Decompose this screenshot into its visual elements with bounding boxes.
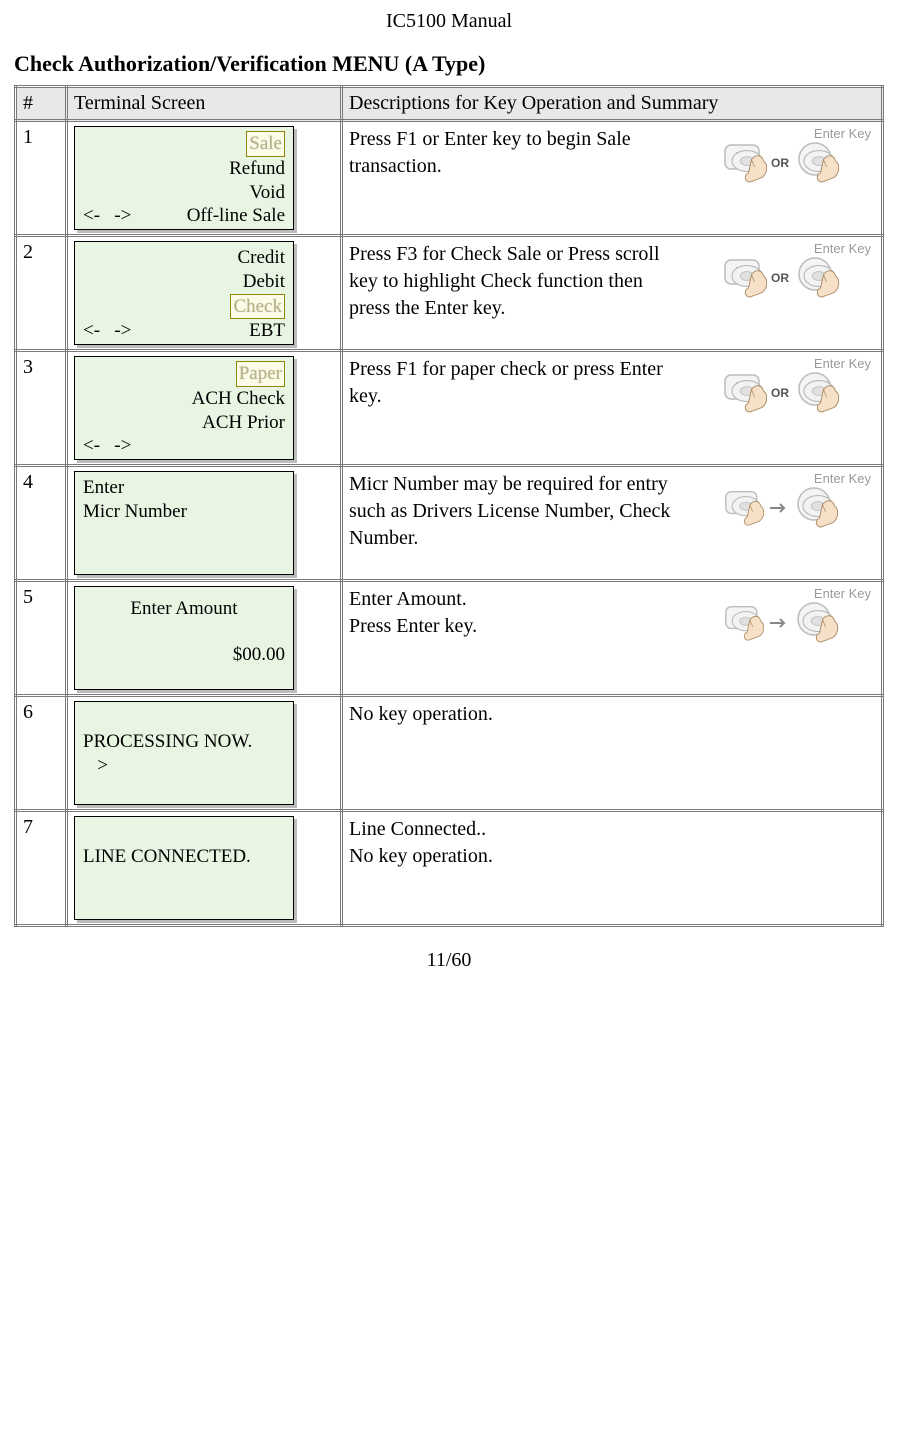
step-number: 7 [16, 811, 67, 926]
menu-line: ACH Check [83, 387, 285, 411]
menu-highlight: Sale [246, 131, 285, 157]
or-label: OR [771, 271, 789, 285]
menu-line: Void [83, 181, 285, 205]
step-number: 5 [16, 581, 67, 696]
screen-status: PROCESSING NOW. [83, 730, 285, 754]
key-illustration: Enter Key F3 OR [689, 241, 875, 302]
terminal-screen: LINE CONNECTED. [74, 816, 294, 920]
step-description: Press F3 for Check Sale or Press scroll … [349, 241, 683, 322]
nav-right-label: EBT [131, 319, 285, 343]
table-row: 1 SaleRefundVoid<- ->Off-line Sale Press… [16, 121, 883, 236]
key-illustration: Enter Key F1 OR [689, 356, 875, 417]
terminal-screen: Enter Amount $00.00 [74, 586, 294, 690]
step-description: No key operation. [349, 701, 875, 728]
table-row: 2 CreditDebitCheck <- ->EBT Press F3 for … [16, 236, 883, 351]
terminal-screen: EnterMicr Number [74, 471, 294, 575]
instruction-table: # Terminal Screen Descriptions for Key O… [14, 85, 884, 927]
step-number: 2 [16, 236, 67, 351]
step-description: Press F1 or Enter key to begin Sale tran… [349, 126, 683, 180]
menu-line: Credit [83, 246, 285, 270]
nav-arrows: <- -> [83, 434, 131, 458]
menu-highlight: Paper [236, 361, 285, 387]
page-counter: 11/60 [14, 949, 884, 972]
nav-right-label [131, 434, 285, 458]
table-row: 5 Enter Amount $00.00 Enter Amount.Press … [16, 581, 883, 696]
nav-arrows: <- -> [83, 319, 131, 343]
step-number: 6 [16, 696, 67, 811]
key-illustration: Enter Key F1 OR [689, 126, 875, 187]
step-description: Enter Amount.Press Enter key. [349, 586, 683, 640]
screen-text: Enter [83, 476, 285, 500]
step-description: Micr Number may be required for entry su… [349, 471, 683, 552]
terminal-screen: CreditDebitCheck <- ->EBT [74, 241, 294, 345]
nav-arrows: <- -> [83, 204, 131, 228]
table-row: 7 LINE CONNECTED. Line Connected..No key… [16, 811, 883, 926]
screen-status: LINE CONNECTED. [83, 845, 285, 869]
menu-line: ACH Prior [83, 411, 285, 435]
menu-line: Refund [83, 157, 285, 181]
doc-title: IC5100 Manual [14, 10, 884, 33]
menu-highlight: Check [230, 294, 285, 320]
col-header-desc: Descriptions for Key Operation and Summa… [342, 87, 883, 121]
nav-right-label: Off-line Sale [131, 204, 285, 228]
or-label: OR [771, 156, 789, 170]
step-description: Press F1 for paper check or press Enter … [349, 356, 683, 410]
step-number: 1 [16, 121, 67, 236]
terminal-screen: SaleRefundVoid<- ->Off-line Sale [74, 126, 294, 230]
col-header-screen: Terminal Screen [67, 87, 342, 121]
section-title: Check Authorization/Verification MENU (A… [14, 51, 884, 77]
table-row: 4 EnterMicr Number Micr Number may be re… [16, 466, 883, 581]
step-number: 4 [16, 466, 67, 581]
screen-status: > [83, 754, 285, 778]
step-description: Line Connected..No key operation. [349, 816, 875, 870]
table-row: 6 PROCESSING NOW. > No key operation. [16, 696, 883, 811]
screen-amount: $00.00 [83, 643, 285, 667]
table-row: 3 PaperACH CheckACH Prior<- -> Press F1 … [16, 351, 883, 466]
screen-text: Micr Number [83, 500, 285, 524]
key-illustration: Enter Key 6 [689, 471, 875, 532]
terminal-screen: PROCESSING NOW. > [74, 701, 294, 805]
screen-prompt: Enter Amount [83, 597, 285, 621]
menu-line: Debit [83, 270, 285, 294]
col-header-num: # [16, 87, 67, 121]
terminal-screen: PaperACH CheckACH Prior<- -> [74, 356, 294, 460]
or-label: OR [771, 386, 789, 400]
key-illustration: Enter Key 6 [689, 586, 875, 647]
step-number: 3 [16, 351, 67, 466]
